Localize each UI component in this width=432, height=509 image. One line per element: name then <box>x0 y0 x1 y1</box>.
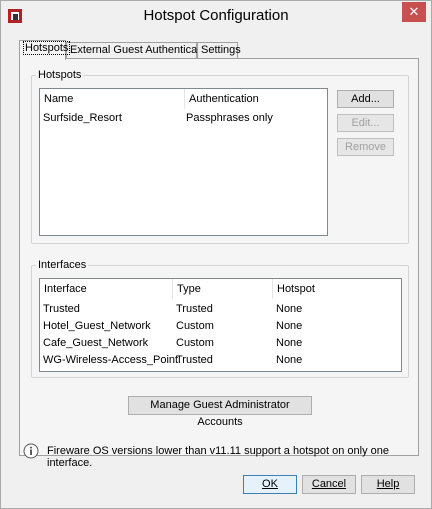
hotspots-list[interactable]: Name Authentication Surfside_Resort Pass… <box>39 88 328 236</box>
table-row[interactable]: WG-Wireless-Access_Point Trusted None <box>40 352 401 369</box>
info-message: Fireware OS versions lower than v11.11 s… <box>47 445 390 469</box>
type-cell: Custom <box>176 320 214 332</box>
hotspot-authentication-cell: Passphrases only <box>186 112 273 124</box>
close-button[interactable]: ✕ <box>402 2 426 22</box>
hotspot-cell: None <box>276 303 303 315</box>
window-title: Hotspot Configuration <box>143 7 289 24</box>
type-cell: Trusted <box>176 303 213 315</box>
interfaces-list-header: Interface Type Hotspot <box>40 279 401 299</box>
table-row[interactable]: Trusted Trusted None <box>40 301 401 318</box>
interface-cell: Trusted <box>43 303 80 315</box>
info-icon <box>23 443 39 459</box>
remove-button[interactable]: Remove <box>337 138 394 156</box>
hotspot-cell: None <box>276 337 303 349</box>
interfaces-list[interactable]: Interface Type Hotspot Trusted Trusted N… <box>39 278 402 372</box>
hotspot-configuration-dialog: Hotspot Configuration ✕ Hotspots Externa… <box>0 0 432 509</box>
help-button[interactable]: Help <box>361 475 415 494</box>
interface-cell: WG-Wireless-Access_Point <box>43 354 179 366</box>
interface-cell: Cafe_Guest_Network <box>43 337 149 349</box>
table-row[interactable]: Surfside_Resort Passphrases only <box>40 110 327 127</box>
column-header-interface[interactable]: Interface <box>40 279 173 299</box>
manage-guest-administrator-accounts-button[interactable]: Manage Guest Administrator Accounts <box>128 396 312 428</box>
interface-cell: Hotel_Guest_Network <box>43 320 151 332</box>
hotspots-group: Hotspots Name Authentication Surfside_Re… <box>31 69 409 244</box>
hotspot-cell: None <box>276 320 303 332</box>
type-cell: Trusted <box>176 354 213 366</box>
interfaces-group: Interfaces Interface Type Hotspot Truste… <box>31 259 409 378</box>
column-header-type[interactable]: Type <box>173 279 273 299</box>
column-header-name[interactable]: Name <box>40 89 185 109</box>
table-row[interactable]: Hotel_Guest_Network Custom None <box>40 318 401 335</box>
title-bar: Hotspot Configuration ✕ <box>1 1 431 31</box>
column-header-authentication[interactable]: Authentication <box>185 89 328 109</box>
hotspot-cell: None <box>276 354 303 366</box>
tab-external-guest-authentication[interactable]: External Guest Authentication <box>66 42 215 59</box>
column-header-hotspot[interactable]: Hotspot <box>273 279 402 299</box>
type-cell: Custom <box>176 337 214 349</box>
hotspots-tab-panel: Hotspots Name Authentication Surfside_Re… <box>19 58 419 456</box>
cancel-button[interactable]: Cancel <box>302 475 356 494</box>
tab-hotspots[interactable]: Hotspots <box>19 40 71 60</box>
tab-settings[interactable]: Settings <box>197 42 241 59</box>
hotspots-group-label: Hotspots <box>36 69 84 81</box>
hotspot-name-cell: Surfside_Resort <box>43 112 122 124</box>
ok-button[interactable]: OK <box>243 475 297 494</box>
add-button[interactable]: Add... <box>337 90 394 108</box>
edit-button[interactable]: Edit... <box>337 114 394 132</box>
hotspots-list-header: Name Authentication <box>40 89 327 109</box>
interfaces-group-label: Interfaces <box>36 259 89 271</box>
table-row[interactable]: Cafe_Guest_Network Custom None <box>40 335 401 352</box>
